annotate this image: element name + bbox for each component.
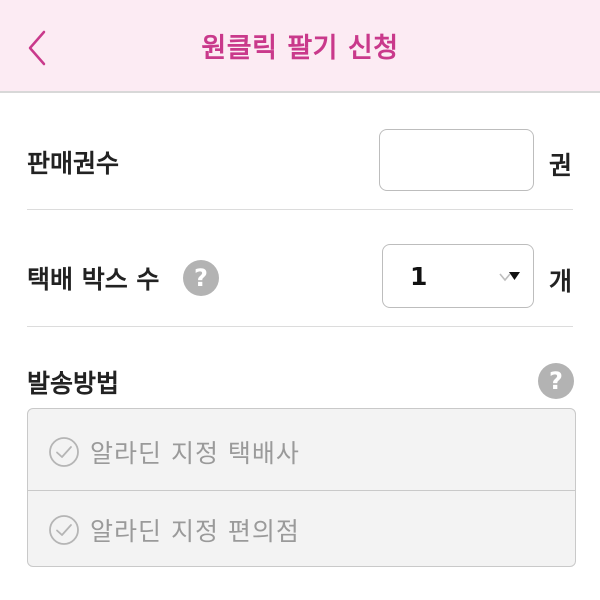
- header-bar: 원클릭 팔기 신청: [0, 0, 600, 93]
- check-circle-icon: [49, 437, 79, 467]
- check-circle-icon: [49, 515, 79, 545]
- shipping-option-label: 알라딘 지정 편의점: [90, 517, 300, 546]
- box-count-unit: 개: [549, 267, 573, 296]
- shipping-options: 알라딘 지정 택배사 알라딘 지정 편의점: [27, 408, 576, 567]
- divider: [27, 326, 573, 327]
- box-count-label: 택배 박스 수: [27, 265, 160, 294]
- shipping-option-convenience-store[interactable]: 알라딘 지정 편의점: [28, 492, 575, 566]
- sale-count-unit: 권: [549, 151, 573, 180]
- box-count-selected-value: 1: [410, 262, 428, 291]
- shipping-option-courier[interactable]: 알라딘 지정 택배사: [28, 409, 575, 491]
- dropdown-arrow-icon: [499, 272, 520, 282]
- page-title: 원클릭 팔기 신청: [201, 33, 399, 64]
- sale-count-input[interactable]: [379, 129, 534, 191]
- divider: [27, 209, 573, 210]
- page: 원클릭 팔기 신청 판매권수 권 택배 박스 수 ? 1 개 발송방법 ? 알라…: [0, 0, 600, 600]
- box-count-help-icon[interactable]: ?: [183, 260, 219, 296]
- sale-count-label: 판매권수: [27, 149, 120, 178]
- shipping-help-icon[interactable]: ?: [538, 363, 574, 399]
- shipping-method-label: 발송방법: [27, 369, 120, 398]
- box-count-select[interactable]: 1: [382, 244, 534, 308]
- shipping-option-label: 알라딘 지정 택배사: [90, 439, 300, 468]
